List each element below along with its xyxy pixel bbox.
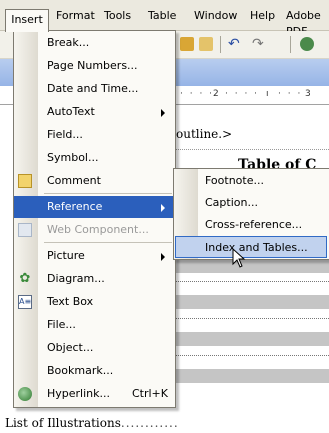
menu-item-label: File... <box>47 318 76 331</box>
ruler-dots: · · · · <box>180 89 215 99</box>
menu-item-label: AutoText <box>47 105 95 118</box>
ruler-tick-2: 2 <box>213 89 219 99</box>
diagram-icon: ✿ <box>19 271 31 286</box>
menu-item-label: Reference <box>47 200 103 213</box>
submenu-item-index-and-tables[interactable]: Index and Tables... <box>175 236 327 258</box>
menu-insert[interactable]: Insert <box>5 9 49 32</box>
submenu-item-label: Index and Tables... <box>205 241 308 254</box>
menu-item-label: Page Numbers... <box>47 59 138 72</box>
undo-icon[interactable]: ↶ <box>228 37 242 51</box>
menu-item-reference[interactable]: Reference <box>14 196 175 218</box>
doc-toc-leader <box>176 271 329 282</box>
menu-item-diagram[interactable]: ✿ Diagram... <box>14 268 175 290</box>
submenu-item-caption[interactable]: Caption... <box>175 192 327 214</box>
menu-item-label: Bookmark... <box>47 364 114 377</box>
doc-toc-leader <box>176 345 329 356</box>
hyperlink-icon <box>18 387 32 401</box>
menu-insert-label: Insert <box>11 13 43 26</box>
doc-list-of-illustrations: List of Illustrations............ <box>5 416 179 430</box>
ruler-tick-3: 3 <box>305 89 311 99</box>
insert-menu: Break... Page Numbers... Date and Time..… <box>13 30 176 408</box>
menu-separator <box>44 242 172 243</box>
submenu-item-label: Cross-reference... <box>205 218 303 231</box>
menu-bar: Insert Format Tools Table Window Help Ad… <box>0 0 329 38</box>
menu-item-label: Diagram... <box>47 272 105 285</box>
toolbar-separator <box>220 36 221 53</box>
submenu-item-footnote[interactable]: Footnote... <box>175 170 327 192</box>
menu-item-label: Break... <box>47 36 90 49</box>
hyperlink-toolbar-icon[interactable] <box>300 37 314 51</box>
redo-icon[interactable]: ↷ <box>252 37 266 51</box>
menu-item-label: Hyperlink... <box>47 387 110 400</box>
doc-toc-field <box>176 295 329 309</box>
menu-separator <box>44 193 172 194</box>
menu-item-file[interactable]: File... <box>14 314 175 336</box>
doc-toc-leader <box>176 308 329 319</box>
doc-toc-field <box>176 369 329 383</box>
menu-format[interactable]: Format <box>56 8 95 24</box>
menu-item-label: Symbol... <box>47 151 99 164</box>
menu-tools[interactable]: Tools <box>104 8 131 24</box>
ruler-dots: · · · · <box>225 89 260 99</box>
web-component-icon <box>18 223 32 237</box>
mouse-pointer-icon <box>232 247 246 271</box>
menu-adobe-pdf[interactable]: Adobe PDF <box>286 8 329 38</box>
menu-item-label: Text Box <box>47 295 94 308</box>
paste-icon[interactable] <box>180 37 194 51</box>
menu-item-label: Object... <box>47 341 94 354</box>
submenu-arrow-icon <box>161 204 165 212</box>
reference-submenu: Footnote... Caption... Cross-reference..… <box>173 168 329 260</box>
menu-item-label: Date and Time... <box>47 82 139 95</box>
menu-item-shortcut: Ctrl+K <box>131 387 168 400</box>
submenu-item-cross-reference[interactable]: Cross-reference... <box>175 214 327 236</box>
ruler-mark: ı <box>266 89 269 99</box>
doc-outline-text: outline.> <box>176 127 233 141</box>
menu-item-picture[interactable]: Picture <box>14 245 175 267</box>
menu-item-page-numbers[interactable]: Page Numbers... <box>14 55 175 77</box>
menu-item-object[interactable]: Object... <box>14 337 175 359</box>
text-box-icon: A≡ <box>18 295 32 309</box>
toolbar-separator <box>290 36 291 53</box>
menu-window[interactable]: Window <box>194 8 237 24</box>
submenu-arrow-icon <box>161 253 165 261</box>
menu-item-break[interactable]: Break... <box>14 32 175 54</box>
menu-item-date-and-time[interactable]: Date and Time... <box>14 78 175 100</box>
comment-icon <box>18 174 32 188</box>
menu-item-label: Picture <box>47 249 85 262</box>
menu-item-text-box[interactable]: A≡ Text Box <box>14 291 175 313</box>
menu-item-hyperlink[interactable]: Hyperlink... Ctrl+K <box>14 383 175 405</box>
submenu-arrow-icon <box>161 109 165 117</box>
submenu-item-label: Caption... <box>205 196 258 209</box>
ruler-dots: · · · <box>278 89 303 99</box>
menu-item-label: Field... <box>47 128 83 141</box>
menu-help[interactable]: Help <box>250 8 275 24</box>
list-of-illustrations-label: List of Illustrations <box>5 416 121 430</box>
menu-item-web-component[interactable]: Web Component... <box>14 219 175 241</box>
doc-toc-field <box>176 332 329 346</box>
doc-rule <box>176 149 329 150</box>
menu-item-bookmark[interactable]: Bookmark... <box>14 360 175 382</box>
menu-item-comment[interactable]: Comment <box>14 170 175 192</box>
menu-table[interactable]: Table <box>148 8 176 24</box>
menu-item-field[interactable]: Field... <box>14 124 175 146</box>
submenu-item-label: Footnote... <box>205 174 264 187</box>
menu-item-label: Web Component... <box>47 223 149 236</box>
menu-item-symbol[interactable]: Symbol... <box>14 147 175 169</box>
menu-item-label: Comment <box>47 174 101 187</box>
format-painter-icon[interactable] <box>199 37 213 51</box>
menu-item-autotext[interactable]: AutoText <box>14 101 175 123</box>
